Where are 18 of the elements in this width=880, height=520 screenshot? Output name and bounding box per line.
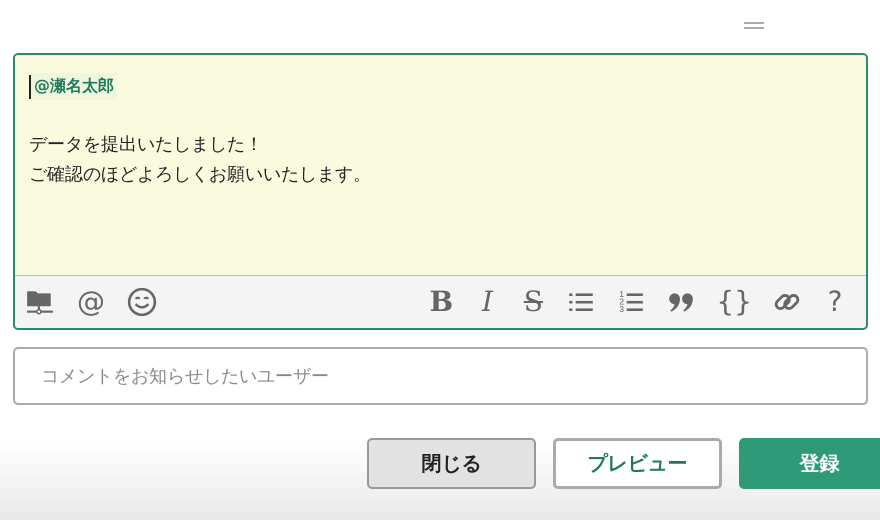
notify-users-field[interactable]: コメントをお知らせしたいユーザー	[13, 347, 868, 405]
user-mention: @瀬名太郎	[31, 73, 117, 100]
format-button[interactable]: ?	[822, 287, 848, 317]
preview-button[interactable]: プレビュー	[553, 438, 722, 489]
bold-button[interactable]: B	[428, 287, 454, 317]
numbered-list-button[interactable]: 1 2 3	[616, 287, 646, 317]
comment-text: データを提出いたしました！	[29, 133, 264, 157]
strikethrough-button[interactable]: S	[520, 287, 546, 317]
comment-text: ご確認のほどよろしくお願いいたします。	[29, 163, 372, 187]
italic-button[interactable]: I	[474, 287, 500, 317]
close-button[interactable]: 閉じる	[367, 438, 536, 489]
text-cursor	[29, 74, 31, 98]
drag-handle-icon[interactable]	[744, 22, 764, 29]
comment-editor[interactable]: @瀬名太郎 データを提出いたしました！ ご確認のほどよろしくお願いいたします。 @ B I S 1 2 3 {} ?	[13, 53, 868, 330]
format-button[interactable]: {}	[716, 287, 752, 317]
smiley-icon[interactable]	[127, 287, 157, 317]
format-button[interactable]: @	[77, 287, 105, 317]
register-button[interactable]: 登録	[739, 438, 880, 489]
